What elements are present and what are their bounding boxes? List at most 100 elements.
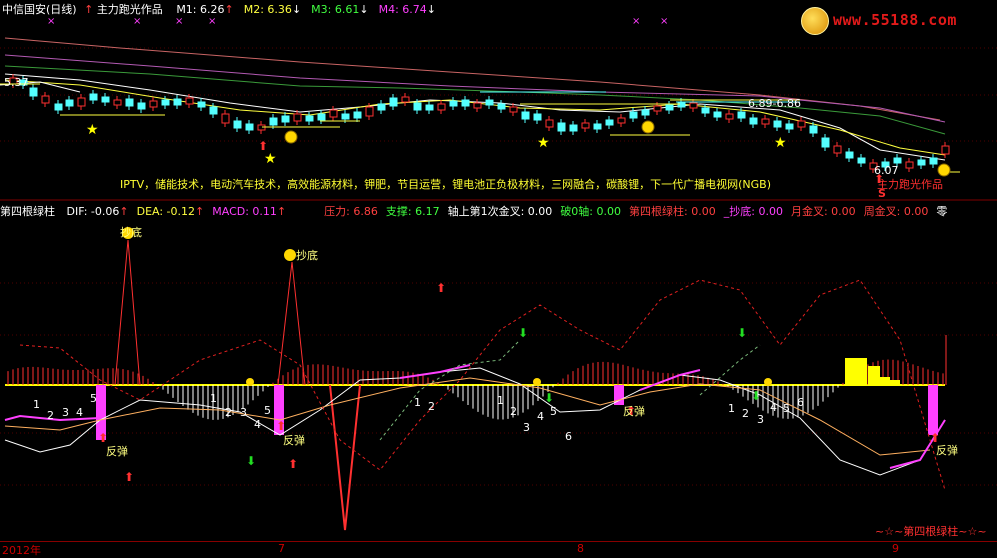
candle-body bbox=[437, 103, 446, 111]
range-label: 6.89-6.86 bbox=[748, 97, 801, 110]
indicator-label: 压力: bbox=[324, 205, 350, 218]
money-bag-icon bbox=[937, 163, 951, 177]
candle-body bbox=[401, 96, 410, 103]
indicator-value: -0.12 bbox=[163, 205, 196, 218]
yellow-block bbox=[880, 377, 890, 385]
count-label: 2 bbox=[225, 406, 232, 419]
up-arrow-icon: ⬆ bbox=[288, 457, 298, 471]
indicator-label: 轴上第1次金叉: bbox=[447, 205, 525, 218]
candle-body bbox=[221, 113, 230, 124]
count-label: 3 bbox=[523, 421, 530, 434]
watermark-url: www.55188.com bbox=[833, 11, 957, 29]
ma-value: 6.61 bbox=[331, 3, 360, 16]
down-arrow-icon: ⬇ bbox=[751, 389, 761, 403]
indicator-item-1: DIF: -0.06↑ bbox=[67, 205, 129, 218]
indicator-item-7: 破0轴: 0.00 bbox=[560, 205, 621, 218]
indicator-value: 6.17 bbox=[411, 205, 440, 218]
top-marker: × bbox=[47, 16, 55, 27]
ma-item-1: M1: 6.26↑ bbox=[176, 3, 233, 16]
money-bag-icon bbox=[641, 120, 655, 134]
ma-label: M3: bbox=[311, 3, 332, 16]
candle-body bbox=[425, 104, 434, 111]
candle-body bbox=[653, 105, 662, 112]
indicator-title[interactable]: 第四根绿柱 bbox=[0, 205, 55, 218]
candle-body bbox=[113, 99, 122, 106]
footer-tag: ~☆~第四根绿柱~☆~ bbox=[875, 525, 987, 538]
candle-body bbox=[461, 99, 470, 107]
ma-value: 6.74 bbox=[398, 3, 427, 16]
count-label: 6 bbox=[565, 430, 572, 443]
candle-body bbox=[65, 99, 74, 107]
candle-body bbox=[341, 113, 350, 120]
chart-canvas[interactable]: × × × × × ×★★★ ★⬆⬆⬆⬆⬆⬆⬆⬆⬆⬇⬇⬇⬇⬇ bbox=[0, 0, 997, 557]
indicator-label: _抄底: bbox=[723, 205, 755, 218]
ma-label: M2: bbox=[243, 3, 264, 16]
candle-body bbox=[773, 120, 782, 128]
indicator-item-6: 轴上第1次金叉: 0.00 bbox=[448, 205, 553, 218]
indicator-value: -0.06 bbox=[87, 205, 120, 218]
indicator-label: 零 bbox=[936, 205, 948, 218]
up-arrow-icon: ↑ bbox=[84, 3, 94, 16]
candle-body bbox=[389, 97, 398, 107]
top-marker: × bbox=[175, 16, 183, 27]
star-icon: ★ bbox=[537, 135, 550, 151]
candle-body bbox=[449, 100, 458, 107]
date-axis[interactable] bbox=[0, 541, 997, 558]
candle-body bbox=[905, 161, 914, 169]
candle-body bbox=[737, 111, 746, 119]
trend-arrow-icon: ↑ bbox=[276, 205, 287, 218]
candle-body bbox=[365, 106, 374, 117]
candle-body bbox=[149, 100, 158, 108]
ma-item-2: M2: 6.36↓ bbox=[244, 3, 301, 16]
site-logo-icon bbox=[801, 7, 829, 35]
candle-body bbox=[557, 122, 566, 132]
candle-body bbox=[41, 95, 50, 104]
count-label: 3 bbox=[62, 406, 69, 419]
trend-arrow-icon: ↓ bbox=[426, 3, 436, 16]
trend-arrow-icon: ↓ bbox=[291, 3, 302, 16]
fourth-green-bar bbox=[928, 385, 938, 435]
candle-body bbox=[54, 103, 63, 111]
candle-body bbox=[509, 106, 518, 113]
count-label: 4 bbox=[254, 418, 261, 431]
fantan-label-4: 反弹 bbox=[936, 444, 958, 457]
count-label: 1 bbox=[414, 396, 421, 409]
down-arrow-icon: ⬇ bbox=[737, 326, 747, 340]
indicator-value: 0.11 bbox=[248, 205, 277, 218]
indicator-label: DIF: bbox=[66, 205, 88, 218]
candle-body bbox=[101, 96, 110, 103]
indicator-item-8: 第四根绿柱: 0.00 bbox=[629, 205, 716, 218]
candle-body bbox=[857, 157, 866, 164]
stock-title[interactable]: 中信国安(日线) bbox=[2, 3, 77, 16]
watermark: www.55188.com bbox=[795, 4, 993, 35]
candle-body bbox=[581, 122, 590, 129]
candle-body bbox=[797, 120, 806, 128]
candle-body bbox=[749, 117, 758, 125]
count-label: 2 bbox=[742, 407, 749, 420]
trend-arrow-icon: ↑ bbox=[224, 3, 234, 16]
candle-body bbox=[233, 120, 242, 129]
candle-body bbox=[893, 157, 902, 164]
count-label: 4 bbox=[76, 406, 83, 419]
ma-label: M1: bbox=[176, 3, 197, 16]
date-label-sep: 9 bbox=[892, 542, 899, 555]
up-arrow-icon: ⬆ bbox=[124, 470, 134, 484]
indicator-value: 0.00 bbox=[827, 205, 856, 218]
indicator-label: 月金叉: bbox=[790, 205, 828, 218]
indicator-name[interactable]: 主力跑光作品 bbox=[97, 3, 163, 16]
top-marker: × bbox=[208, 16, 216, 27]
candle-body bbox=[761, 118, 770, 125]
count-label: 1 bbox=[33, 398, 40, 411]
candle-body bbox=[293, 113, 302, 122]
star-icon: ★ bbox=[86, 122, 99, 138]
candle-body bbox=[713, 111, 722, 118]
indicator-value: 0.00 bbox=[900, 205, 929, 218]
candle-body bbox=[593, 123, 602, 130]
down-arrow-icon: ⬇ bbox=[246, 454, 256, 468]
top-marker: × bbox=[660, 16, 668, 27]
candle-body bbox=[317, 113, 326, 121]
star-icon: ★ bbox=[264, 151, 277, 167]
candle-body bbox=[209, 106, 218, 115]
count-label: 4 bbox=[770, 401, 777, 414]
candle-body bbox=[197, 101, 206, 108]
